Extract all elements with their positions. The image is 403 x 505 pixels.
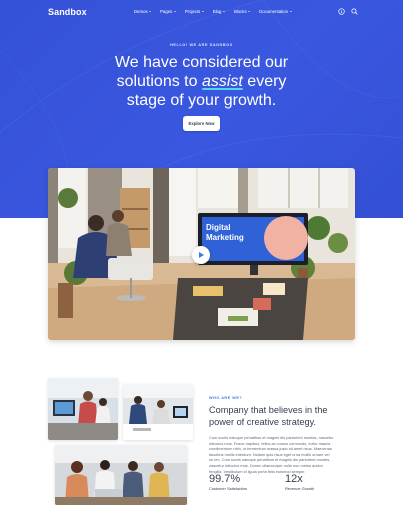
search-icon[interactable]	[351, 8, 358, 15]
stat-value: 12x	[285, 473, 303, 485]
accent-underline	[201, 88, 243, 90]
about-title: Company that believes in the power of cr…	[209, 405, 359, 428]
menu-label: Blocks	[233, 9, 247, 14]
about-eyebrow: WHO ARE WE?	[209, 396, 243, 400]
menu-item-documentation[interactable]: Documentation	[259, 9, 292, 14]
headline-text: solutions to	[116, 73, 202, 90]
main-menu: Demos Pages Projects Blog Blocks Documen…	[134, 9, 301, 14]
stat-customer-satisfaction: 99.7% Customer Satisfaction	[209, 473, 247, 491]
headline-line-2: solutions to assist every	[0, 72, 403, 91]
chevron-down-icon	[248, 11, 251, 12]
team-photo-2	[123, 384, 193, 440]
play-button[interactable]	[192, 246, 210, 264]
explore-now-button[interactable]: Explore Now	[183, 116, 220, 131]
menu-label: Blog	[212, 9, 222, 14]
headline-text: every	[242, 73, 287, 90]
screen-text-digital: Digital	[206, 223, 230, 232]
about-body-text: Cum sociis natoque penatibus et magnis d…	[209, 435, 357, 474]
info-icon[interactable]	[338, 8, 345, 15]
headline-accent-word: assist	[201, 73, 243, 90]
top-navbar: Sandbox Demos Pages Projects Blog Blocks…	[0, 0, 403, 24]
stat-label: Customer Satisfaction	[209, 486, 248, 491]
about-title-line: Company that believes in the	[209, 405, 328, 415]
stat-label: Revenue Growth	[285, 486, 315, 491]
menu-item-projects[interactable]: Projects	[185, 9, 204, 14]
brand-logo[interactable]: Sandbox	[48, 7, 87, 17]
hero-headline: We have considered our solutions to assi…	[0, 53, 403, 110]
chevron-down-icon	[173, 11, 176, 12]
chevron-down-icon	[149, 11, 152, 12]
hero-eyebrow: HELLO! WE ARE SANDBOX	[170, 43, 233, 47]
chevron-down-icon	[222, 11, 225, 12]
headline-line-1: We have considered our	[114, 54, 289, 71]
chevron-down-icon	[201, 11, 204, 12]
menu-item-pages[interactable]: Pages	[160, 9, 176, 14]
team-photo-illustration	[123, 384, 193, 440]
team-photo-illustration	[55, 445, 187, 505]
about-title-line: power of creative strategy.	[209, 416, 317, 427]
menu-item-demos[interactable]: Demos	[134, 9, 152, 14]
menu-item-blocks[interactable]: Blocks	[233, 9, 251, 14]
screen-text-marketing: Marketing	[206, 233, 244, 242]
headline-line-3: stage of your growth.	[126, 92, 277, 109]
stat-revenue-growth: 12x Revenue Growth	[285, 473, 314, 491]
team-photo-3	[55, 445, 187, 505]
menu-label: Demos	[134, 9, 148, 14]
menu-item-blog[interactable]: Blog	[213, 9, 225, 14]
navbar-icons	[338, 8, 358, 15]
menu-label: Documentation	[259, 9, 289, 14]
team-photo-illustration	[48, 378, 118, 440]
team-photo-1	[48, 378, 118, 440]
menu-label: Pages	[160, 9, 173, 14]
chevron-down-icon	[289, 11, 292, 12]
menu-label: Projects	[184, 9, 201, 14]
play-icon	[199, 252, 205, 258]
stat-value: 99.7%	[209, 473, 241, 485]
